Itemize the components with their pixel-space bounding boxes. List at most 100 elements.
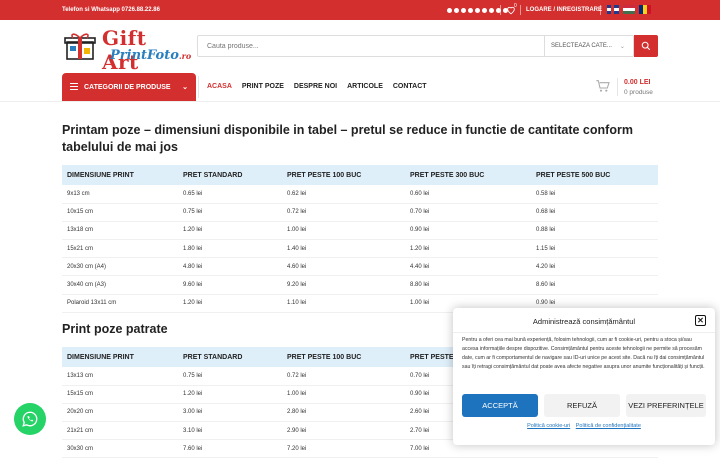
search-icon [641,41,651,51]
categories-label: CATEGORII DE PRODUSE [84,83,171,91]
telegram-icon[interactable] [489,7,494,13]
flag-hu-icon[interactable] [623,5,635,14]
divider [600,5,601,15]
table-cell: 0.65 lei [178,185,282,204]
table-cell: 0.88 lei [531,221,658,241]
instagram-icon[interactable] [461,7,466,13]
table-cell: 1.00 lei [282,221,405,241]
table-cell: 4.20 lei [531,257,658,277]
cart-count: 0 produse [624,89,653,96]
cookie-links: Politică cookie-uri Politică de confiden… [453,423,715,429]
table-cell: 1.20 lei [178,294,282,313]
table-cell: Polaroid 13x11 cm [62,294,178,313]
category-select[interactable]: SELECTEAZA CATE... ⌄ [544,36,634,56]
close-icon[interactable]: ✕ [695,315,706,326]
login-register-link[interactable]: LOGARE / INREGISTRARE [526,7,602,13]
table-cell: 0.68 lei [531,203,658,222]
site-logo[interactable]: Gift Art PrintFoto.ro [62,26,191,74]
table-row: 13x18 cm 1.20 lei 1.00 lei 0.90 lei 0.88 lei [62,221,658,241]
category-select-label: SELECTEAZA CATE... [551,43,612,49]
column-header: PRET PESTE 500 BUC [531,165,658,185]
table-row: 15x21 cm 1.80 lei 1.40 lei 1.20 lei 1.15 lei [62,239,658,259]
search-input[interactable] [198,42,538,50]
table-cell: 1.20 lei [178,221,282,241]
flag-en-icon[interactable] [607,5,619,14]
categories-menu-button[interactable]: CATEGORII DE PRODUSE ⌄ [62,73,196,101]
table-cell: 0.72 lei [282,367,405,386]
table-cell: 0.72 lei [282,203,405,222]
whatsapp-button[interactable] [14,403,46,435]
pinterest-icon[interactable] [468,7,473,13]
table-cell: 1.15 lei [531,239,658,259]
facebook-icon[interactable] [454,7,459,13]
table-cell: 15x21 cm [62,239,178,259]
column-header: PRET PESTE 300 BUC [405,165,531,185]
cookie-text: Pentru a oferi cea mai bună experiență, … [462,337,705,370]
table-cell: 30x30 cm [62,439,178,458]
divider [617,78,618,96]
section-title-square: Print poze patrate [62,322,168,336]
table-cell: 1.10 lei [282,294,405,313]
table-cell: 0.70 lei [405,203,531,222]
table-cell: 10x15 cm [62,203,178,222]
table-cell: 0.90 lei [405,221,531,241]
table-cell: 13x13 cm [62,367,178,386]
table-row: 9x13 cm 0.65 lei 0.62 lei 0.60 lei 0.58 lei [62,185,658,204]
x-icon[interactable] [482,7,487,13]
table-cell: 0.75 lei [178,203,282,222]
table-cell: 0.58 lei [531,185,658,204]
table-cell: 1.40 lei [282,239,405,259]
table-cell: 7.20 lei [282,439,405,458]
whatsapp-icon [22,411,38,427]
cart-total[interactable]: 0.00 LEI [624,79,650,86]
table-cell: 15x15 cm [62,385,178,404]
logo-text-printfoto: PrintFoto [110,48,179,63]
table-cell: 2.90 lei [282,421,405,441]
nav-item-despre-noi[interactable]: DESPRE NOI [294,83,337,90]
divider [198,76,199,98]
column-header: DIMENSIUNE PRINT [62,165,178,185]
table-cell: 7.60 lei [178,439,282,458]
phone-number[interactable]: Telefon si Whatsapp 0726.88.22.86 [62,7,160,13]
nav-item-print-poze[interactable]: PRINT POZE [242,83,284,90]
section-title-sizes: Printam poze – dimensiuni disponibile in… [62,123,633,154]
cookie-policy-link[interactable]: Politică cookie-uri [527,423,570,429]
divider [0,101,720,102]
gift-box-icon [64,33,96,60]
nav-item-acasa[interactable]: ACASA [207,83,232,90]
accept-button[interactable]: ACCEPTĂ [462,394,538,417]
cookie-consent-dialog: Administrează consimțământul ✕ Pentru a … [453,308,715,445]
table-cell: 30x40 cm (A3) [62,275,178,295]
table-cell: 4.40 lei [405,257,531,277]
table-cell: 3.00 lei [178,403,282,423]
top-bar: Telefon si Whatsapp 0726.88.22.86 0 LOGA… [0,0,720,20]
nav-item-articole[interactable]: ARTICOLE [347,83,383,90]
table-row: 20x30 cm (A4) 4.80 lei 4.60 lei 4.40 lei 4.2… [62,257,658,277]
column-header: PRET PESTE 100 BUC [282,165,405,185]
flag-ro-icon[interactable] [639,5,651,14]
refuse-button[interactable]: REFUZĂ [544,394,620,417]
hamburger-icon [70,83,78,90]
linkedin-icon[interactable] [475,7,480,13]
chevron-down-icon: ⌄ [619,43,625,50]
column-header: PRET STANDARD [178,165,282,185]
nav-item-contact[interactable]: CONTACT [393,83,427,90]
logo-text-tld: .ro [178,51,192,61]
table-cell: 0.62 lei [282,185,405,204]
link-icon[interactable] [447,7,452,13]
privacy-policy-link[interactable]: Politică de confidențialitate [576,423,641,429]
main-menu: ACASA PRINT POZE DESPRE NOI ARTICOLE CON… [207,83,437,90]
table-cell: 1.20 lei [405,239,531,259]
table-cell: 4.60 lei [282,257,405,277]
table-cell: 13x18 cm [62,221,178,241]
table-header-row: DIMENSIUNE PRINT PRET STANDARD PRET PESTE … [62,165,658,185]
search-button[interactable] [634,35,658,57]
logo-text-bottom: PrintFoto.ro [110,48,191,63]
table-cell: 2.80 lei [282,403,405,423]
cart-icon[interactable] [595,78,611,94]
price-table-standard: DIMENSIUNE PRINT PRET STANDARD PRET PESTE … [62,165,658,313]
wishlist-count: 0 [514,3,517,9]
column-header: DIMENSIUNE PRINT [62,347,178,367]
chevron-down-icon: ⌄ [182,84,188,91]
preferences-button[interactable]: VEZI PREFERINȚELE [626,394,706,417]
